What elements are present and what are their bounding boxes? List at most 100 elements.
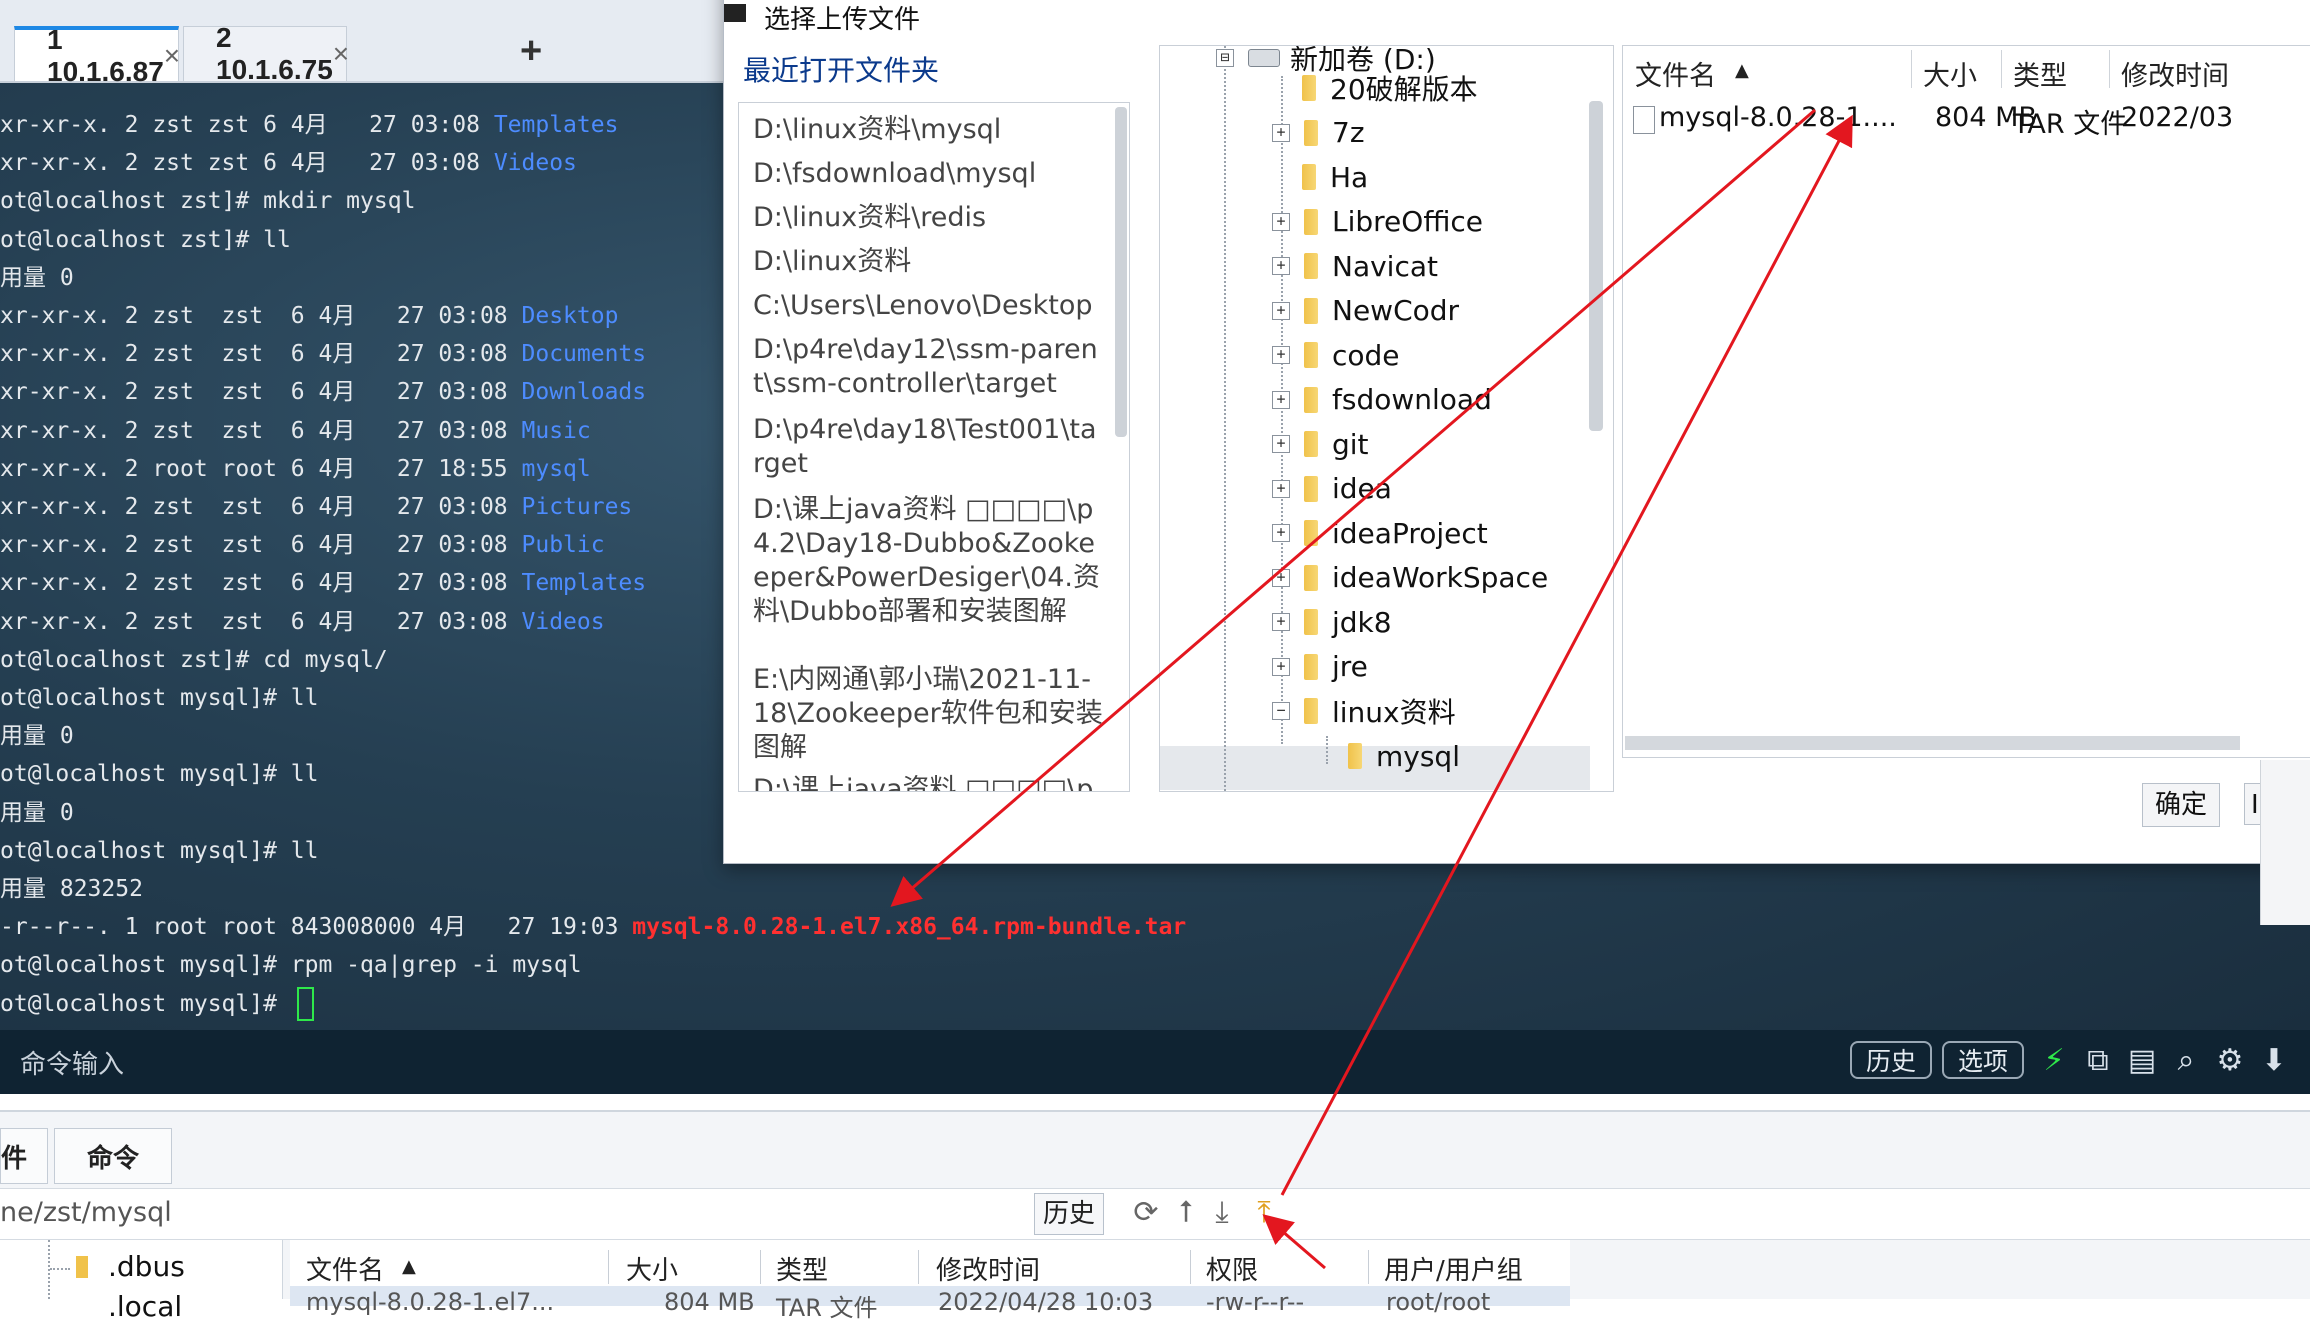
recent-folder-item[interactable]: D:\linux资料 xyxy=(753,245,1103,279)
expand-toggle-icon[interactable]: + xyxy=(1272,123,1290,142)
gear-icon[interactable]: ⚙ xyxy=(2210,1040,2250,1080)
tree-item-folder[interactable]: +7z xyxy=(1272,113,1365,153)
copy-icon[interactable]: ⧉ xyxy=(2078,1040,2118,1080)
download-icon[interactable]: ⤓ xyxy=(1204,1193,1240,1233)
terminal-line: ot@localhost mysql]# ll xyxy=(0,680,319,716)
remote-path-input[interactable]: ne/zst/mysql xyxy=(0,1197,172,1228)
terminal-line-text: xr-xr-x. 2 zst zst 6 4月 27 03:08 xyxy=(0,608,522,635)
tree-item-label: 20破解版本 xyxy=(1330,73,1478,106)
upload-icon[interactable]: ⤒ xyxy=(1246,1193,1282,1233)
column-header[interactable]: 大小 xyxy=(626,1250,678,1287)
horizontal-scrollbar[interactable] xyxy=(1625,736,2240,750)
recent-folder-item[interactable]: E:\内网通\郭小瑞\2021-11-18\Zookeeper软件包和安装图解 xyxy=(753,663,1103,765)
expand-toggle-icon[interactable]: + xyxy=(1272,568,1290,587)
column-header[interactable]: 用户/用户组 xyxy=(1384,1250,1523,1287)
history-button[interactable]: 历史 xyxy=(1850,1041,1933,1079)
expand-toggle-icon[interactable]: + xyxy=(1272,479,1290,498)
recent-folder-item[interactable]: D:\p4re\day18\Test001\target xyxy=(753,413,1103,481)
expand-toggle-icon[interactable]: ⊟ xyxy=(1216,49,1234,67)
expand-toggle-icon[interactable]: + xyxy=(1272,257,1290,275)
scrollbar[interactable] xyxy=(1589,101,1603,431)
ok-button[interactable]: 确定 xyxy=(2142,783,2220,827)
recent-folder-item[interactable]: C:\Users\Lenovo\Desktop xyxy=(753,289,1103,323)
tree-item-folder-selected[interactable]: mysql xyxy=(1318,736,1460,776)
terminal-line-text: xr-xr-x. 2 zst zst 6 4月 27 03:08 xyxy=(0,570,522,597)
path-history-button[interactable]: 历史 xyxy=(1034,1193,1104,1235)
directory-name: Templates xyxy=(493,112,619,138)
file-icon xyxy=(1633,106,1655,134)
terminal-line: xr-xr-x. 2 zst zst 6 4月 27 03:08 Downloa… xyxy=(0,374,646,410)
column-header[interactable]: 修改时间 xyxy=(2121,54,2229,93)
tree-item-label: ideaProject xyxy=(1332,516,1488,550)
session-tab-2[interactable]: 2 10.1.6.75 × xyxy=(183,22,349,85)
close-icon[interactable]: × xyxy=(164,40,180,72)
expand-toggle-icon[interactable]: + xyxy=(1272,346,1290,364)
tree-item-label: 7z xyxy=(1332,116,1365,149)
column-header[interactable]: 修改时间 xyxy=(936,1250,1040,1287)
file-row-date: 2022/04/28 10:03 xyxy=(938,1288,1154,1316)
expand-toggle-icon[interactable]: + xyxy=(1272,657,1290,676)
tab-command[interactable]: 命令 xyxy=(54,1128,172,1184)
expand-toggle-icon[interactable]: + xyxy=(1272,435,1290,453)
recent-folder-item[interactable]: D:\fsdownload\mysql xyxy=(753,157,1103,191)
command-input-bar[interactable]: 命令输入 历史 选项 ⚡ ⧉ ▤ ⌕ ⚙ ⬇ xyxy=(0,1030,2310,1094)
scrollbar[interactable] xyxy=(1115,107,1127,437)
tree-item-folder[interactable]: + git xyxy=(1272,424,1369,464)
expand-toggle-icon[interactable]: + xyxy=(1272,613,1290,631)
recent-folder-item[interactable]: D:\课上java资料 □□□□\p4. xyxy=(753,773,1103,791)
expand-toggle-icon[interactable]: + xyxy=(1272,524,1290,542)
download-arrow-icon[interactable]: ⬇ xyxy=(2254,1040,2294,1080)
tree-item-label: ideaWorkSpace xyxy=(1332,561,1549,594)
terminal-line-text: xr-xr-x. 2 zst zst 6 4月 27 03:08 xyxy=(0,379,522,406)
tree-item-folder[interactable]: Ha xyxy=(1272,157,1368,197)
file-name[interactable]: mysql-8.0.28-1.... xyxy=(1659,102,1897,133)
add-tab-button[interactable]: + xyxy=(520,30,542,73)
tree-item-folder[interactable]: 20破解版本 xyxy=(1272,68,1478,108)
tree-item-folder[interactable]: + jre xyxy=(1272,647,1368,687)
terminal-line-text: xr-xr-x. 2 root root 6 4月 27 18:55 xyxy=(0,455,522,482)
paste-icon[interactable]: ▤ xyxy=(2122,1040,2162,1080)
column-header[interactable]: 文件名 xyxy=(1635,54,1716,93)
tree-item-folder[interactable]: + jdk8 xyxy=(1272,602,1392,642)
tree-item-folder[interactable]: + fsdownload xyxy=(1272,380,1492,420)
column-header[interactable]: 文件名 xyxy=(306,1250,384,1287)
refresh-icon[interactable]: ⟳ xyxy=(1128,1193,1164,1233)
tab-files[interactable]: 件 xyxy=(0,1128,48,1184)
column-header[interactable]: 权限 xyxy=(1206,1250,1258,1287)
session-tab-1[interactable]: 1 10.1.6.87 × xyxy=(14,24,180,87)
expand-toggle-icon[interactable]: + xyxy=(1272,212,1290,231)
tree-item-folder[interactable]: + Navicat xyxy=(1272,246,1438,286)
tree-item-folder[interactable]: + idea xyxy=(1272,469,1392,509)
expand-toggle-icon[interactable]: − xyxy=(1272,702,1290,720)
tree-item-folder[interactable]: + NewCodr xyxy=(1272,291,1459,331)
tree-item-folder[interactable]: + code xyxy=(1272,335,1400,375)
recent-folder-item[interactable]: D:\linux资料\mysql xyxy=(753,113,1103,147)
column-header[interactable]: 大小 xyxy=(1923,54,1977,93)
session-tab-bar: 1 10.1.6.87 × 2 10.1.6.75 × + xyxy=(0,0,730,87)
column-header[interactable]: 类型 xyxy=(2013,54,2067,93)
search-icon[interactable]: ⌕ xyxy=(2166,1040,2206,1080)
terminal-line: xr-xr-x. 2 zst zst 6 4月 27 03:08 Music xyxy=(0,413,591,449)
tree-item[interactable]: .local xyxy=(108,1290,182,1323)
tree-item-folder[interactable]: + ideaProject xyxy=(1272,513,1488,553)
tree-item[interactable]: .dbus xyxy=(108,1250,185,1283)
tree-item-label: Ha xyxy=(1330,160,1369,194)
tree-item-label: jdk8 xyxy=(1332,605,1392,639)
recent-folder-item[interactable]: D:\p4re\day12\ssm-parent\ssm-controller\… xyxy=(753,333,1103,401)
lightning-icon[interactable]: ⚡ xyxy=(2034,1040,2074,1080)
column-header[interactable]: 类型 xyxy=(776,1250,828,1287)
terminal-line: xr-xr-x. 2 root root 6 4月 27 18:55 mysql xyxy=(0,451,591,487)
tree-item-folder[interactable]: + ideaWorkSpace xyxy=(1272,558,1548,598)
recent-folder-item[interactable]: D:\课上java资料 □□□□\p4.2\Day18-Dubbo&Zookee… xyxy=(753,493,1103,629)
expand-toggle-icon[interactable]: + xyxy=(1272,301,1290,320)
close-icon[interactable]: × xyxy=(333,38,349,70)
expand-toggle-icon[interactable]: + xyxy=(1272,390,1290,409)
terminal-line-text: xr-xr-x. 2 zst zst 6 4月 27 03:08 xyxy=(0,417,522,444)
tree-item-folder[interactable]: − linux资料 xyxy=(1272,691,1456,731)
parent-dir-icon[interactable]: ⭡ xyxy=(1168,1193,1204,1233)
recent-folder-item[interactable]: D:\linux资料\redis xyxy=(753,201,1103,235)
file-row-name[interactable]: mysql-8.0.28-1.el7... xyxy=(306,1288,554,1316)
options-button[interactable]: 选项 xyxy=(1942,1041,2025,1079)
tree-item-folder[interactable]: + LibreOffice xyxy=(1272,202,1483,242)
terminal-line: xr-xr-x. 2 zst zst 6 4月 27 03:08 Videos xyxy=(0,604,605,640)
